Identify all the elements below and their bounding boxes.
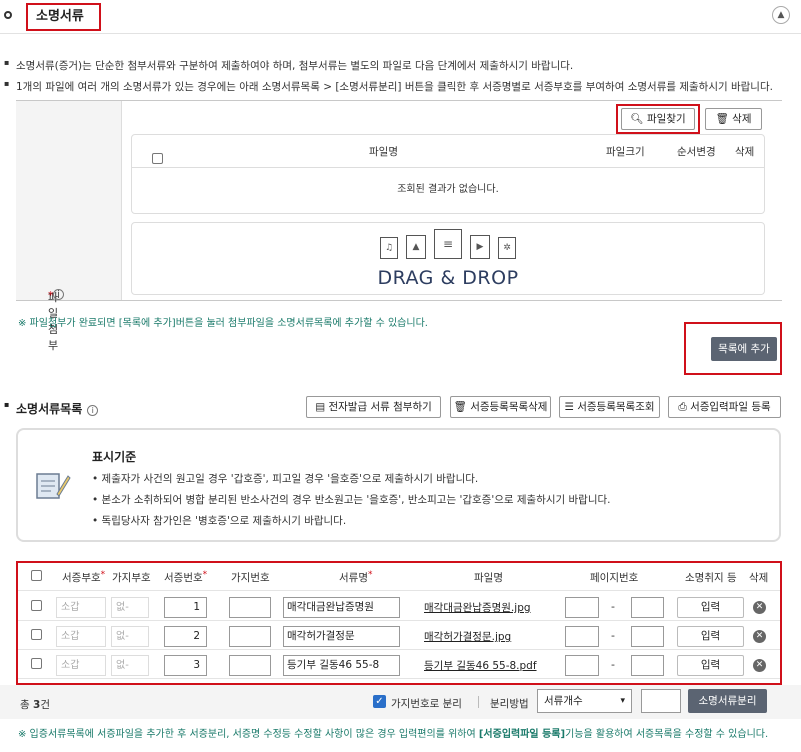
split-branch-checkbox[interactable]: ✓ bbox=[373, 695, 386, 708]
chevron-up-icon[interactable]: ▲ bbox=[772, 6, 790, 24]
split-branch-label: 가지번호로 분리 bbox=[391, 698, 462, 710]
e-issue-attach-button[interactable]: ▤ 전자발급 서류 첨부하기 bbox=[306, 396, 441, 418]
list-title-wrap: 소명서류목록 i bbox=[4, 400, 99, 417]
delete-list-button[interactable]: 🗑︎ 서증등록목록삭제 bbox=[450, 396, 551, 418]
image-file-icon: ▲ bbox=[406, 235, 426, 259]
standard-line-3: • 독립당사자 참가인은 '병호증'으로 제출하시기 바랍니다. bbox=[92, 515, 347, 527]
col-filename: 파일명 bbox=[369, 146, 398, 158]
bottom-note: ※ 입증서류목록에 서증파일을 추가한 후 서증분리, 서증명 수정등 수정할 … bbox=[18, 729, 769, 740]
highlight-evidence-table bbox=[16, 561, 782, 685]
col-order: 순서변경 bbox=[677, 146, 716, 158]
list-title: 소명서류목록 bbox=[16, 402, 83, 416]
standard-line-1: • 제출자가 사건의 원고일 경우 '갑호증', 피고일 경우 '을호증'으로 … bbox=[92, 473, 479, 485]
total-count: 총 3건 bbox=[20, 699, 50, 711]
col-filesize: 파일크기 bbox=[606, 146, 645, 158]
drag-drop-zone[interactable]: ♫ ▲ ≡ ▶ ✲ DRAG & DROP bbox=[131, 222, 765, 295]
section-header: 소명서류 ▲ bbox=[0, 0, 801, 34]
file-type-icons: ♫ ▲ ≡ ▶ ✲ bbox=[380, 229, 520, 259]
standard-line-2: • 본소가 소취하되어 병합 분리된 반소사건의 경우 반소원고는 '을호증',… bbox=[92, 494, 611, 506]
trash-icon: 🗑︎ bbox=[453, 401, 471, 413]
drag-drop-label: DRAG & DROP bbox=[377, 267, 519, 289]
chevron-down-icon: ▾ bbox=[620, 696, 625, 706]
empty-message: 조회된 결과가 없습니다. bbox=[397, 184, 499, 195]
highlight-find-file bbox=[616, 104, 700, 134]
bullet-icon bbox=[4, 11, 12, 19]
video-file-icon: ▶ bbox=[470, 235, 490, 259]
split-method-label: 분리방법 bbox=[490, 698, 529, 710]
document-file-icon: ≡ bbox=[434, 229, 462, 259]
info-icon[interactable]: i bbox=[87, 405, 99, 416]
file-upload-icon: ⎙ bbox=[678, 401, 691, 413]
settings-file-icon: ✲ bbox=[498, 237, 516, 259]
split-documents-button[interactable]: 소명서류분리 bbox=[688, 689, 767, 713]
note-1: 소명서류(증거)는 단순한 첨부서류와 구분하여 제출하여야 하며, 첨부서류는… bbox=[4, 58, 573, 73]
file-table: 파일명 파일크기 순서변경 삭제 조회된 결과가 없습니다. bbox=[131, 134, 765, 214]
note-2: 1개의 파일에 여러 개의 소명서류가 있는 경우에는 아래 소명서류목록 > … bbox=[4, 79, 773, 94]
standard-title: 표시기준 bbox=[92, 450, 137, 464]
delete-file-button[interactable]: 🗑︎ 삭제 bbox=[705, 108, 762, 130]
file-table-header: 파일명 파일크기 순서변경 삭제 bbox=[132, 135, 764, 168]
view-list-button[interactable]: ☰ 서증등록목록조회 bbox=[559, 396, 660, 418]
trash-icon: 🗑︎ bbox=[715, 113, 733, 125]
col-delete: 삭제 bbox=[735, 146, 755, 158]
divider bbox=[478, 696, 479, 708]
attach-tip: ※ 파일첨부가 완료되면 [목록에 추가]버튼을 눌러 첨부파일을 소명서류목록… bbox=[18, 318, 428, 329]
list-search-icon: ☰ bbox=[564, 401, 578, 413]
file-attach-label-cell: 파일첨부 * i bbox=[16, 101, 122, 352]
document-pen-icon bbox=[36, 473, 71, 499]
table-footer: 총 3건 ✓ 가지번호로 분리 분리방법 서류개수 ▾ 소명서류분리 bbox=[0, 685, 801, 719]
document-icon: ▤ bbox=[315, 401, 329, 413]
info-icon[interactable]: i bbox=[53, 289, 64, 300]
audio-file-icon: ♫ bbox=[380, 237, 398, 259]
register-input-file-button[interactable]: ⎙ 서증입력파일 등록 bbox=[668, 396, 781, 418]
split-method-select[interactable]: 서류개수 ▾ bbox=[537, 689, 632, 713]
split-count-input[interactable] bbox=[641, 689, 681, 713]
display-standard-box: 표시기준 • 제출자가 사건의 원고일 경우 '갑호증', 피고일 경우 '을호… bbox=[16, 428, 781, 542]
highlight-add-to-list bbox=[684, 322, 782, 375]
section-title: 소명서류 bbox=[26, 3, 101, 31]
